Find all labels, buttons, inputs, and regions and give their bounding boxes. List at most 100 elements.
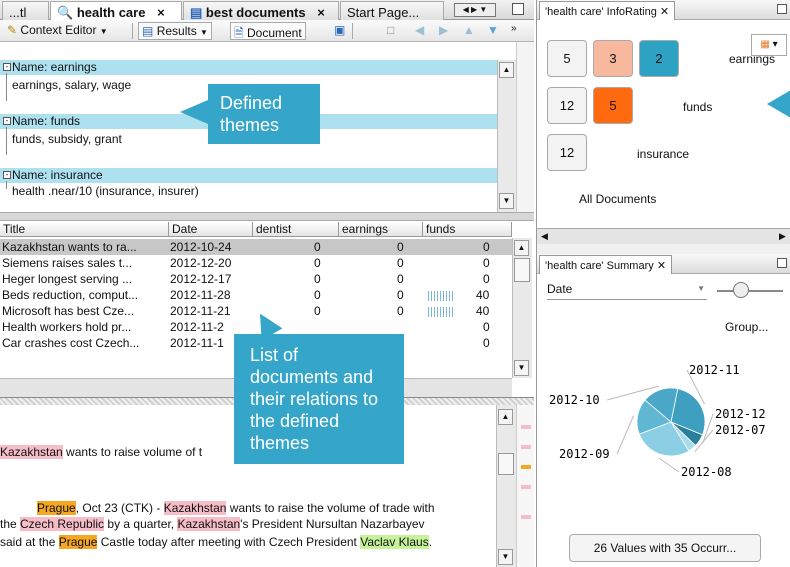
document-text: wants to raise the volume of trade with bbox=[226, 501, 435, 515]
chevron-down-icon: ▼ bbox=[200, 28, 208, 37]
close-icon[interactable]: × bbox=[157, 5, 165, 20]
entity-highlight[interactable]: Kazakhstan bbox=[163, 501, 227, 515]
document-button[interactable]: 🗎 Document bbox=[230, 22, 306, 40]
cell-date: 2012-11-1 bbox=[170, 336, 224, 350]
column-header-dentist[interactable]: dentist bbox=[253, 222, 339, 237]
tree-line bbox=[6, 181, 7, 189]
granularity-slider[interactable] bbox=[717, 290, 783, 292]
field-select[interactable]: Date ▼ bbox=[547, 282, 707, 300]
entity-highlight[interactable]: Kazakhstan bbox=[0, 445, 63, 459]
values-summary-button[interactable]: 26 Values with 35 Occurr... bbox=[569, 534, 761, 562]
pie-label: 2012-07 bbox=[715, 423, 766, 437]
down-arrow-icon[interactable]: ▼ bbox=[484, 22, 502, 40]
scroll-up-icon[interactable]: ▲ bbox=[498, 409, 513, 425]
ruler-marker bbox=[521, 465, 531, 469]
tab-summary[interactable]: 'health care' Summary ✕ bbox=[539, 255, 673, 274]
entity-highlight[interactable]: Czech Republic bbox=[20, 517, 105, 531]
rating-cell[interactable]: 2 bbox=[639, 40, 679, 77]
scroll-down-icon[interactable]: ▼ bbox=[498, 549, 513, 565]
maximize-icon[interactable] bbox=[512, 3, 524, 15]
tab-nav-arrows[interactable]: ◀ ▶ ▼ bbox=[454, 3, 496, 17]
collapse-icon[interactable]: - bbox=[3, 63, 11, 71]
entity-highlight[interactable]: Prague bbox=[37, 501, 76, 515]
document-line: Prague, Oct 23 (CTK) - Kazakhstan wants … bbox=[37, 501, 435, 515]
toolbar: ✎ Context Editor ▼ ▤ Results ▼ 🗎 Documen… bbox=[0, 20, 534, 42]
header-label: dentist bbox=[256, 222, 292, 236]
cell-funds: 0 bbox=[483, 272, 490, 286]
theme-definition[interactable]: health .near/10 (insurance, insurer) bbox=[12, 184, 199, 198]
close-icon[interactable]: × bbox=[317, 5, 325, 20]
rating-value: 5 bbox=[563, 51, 571, 66]
tab-inforating[interactable]: 'health care' InfoRating ✕ bbox=[539, 1, 676, 20]
scroll-left-icon[interactable]: ◀ bbox=[541, 231, 548, 242]
save-icon[interactable]: ▣ bbox=[331, 22, 348, 40]
column-header-funds[interactable]: funds bbox=[423, 222, 512, 237]
up-arrow-icon[interactable]: ▲ bbox=[460, 22, 478, 40]
table-scrollbar[interactable]: ▲ ▼ bbox=[512, 238, 532, 378]
tab-best-documents[interactable]: ▤ best documents × bbox=[183, 1, 339, 20]
column-header-earnings[interactable]: earnings bbox=[339, 222, 423, 237]
table-row[interactable]: Siemens raises sales t... 2012-12-20 0 0… bbox=[0, 255, 512, 271]
chevron-down-icon: ▼ bbox=[99, 27, 108, 36]
theme-name: Name: insurance bbox=[12, 168, 103, 182]
rating-cell[interactable]: 5 bbox=[547, 40, 587, 77]
document-text: Castle today after meeting with Czech Pr… bbox=[97, 535, 361, 549]
theme-definition[interactable]: earnings, salary, wage bbox=[12, 78, 131, 92]
theme-header-earnings[interactable]: Name: earnings bbox=[0, 60, 516, 75]
edit-icon: ✎ bbox=[7, 23, 18, 37]
rating-cell[interactable]: 3 bbox=[593, 40, 633, 77]
inforating-header: 'health care' InfoRating ✕ bbox=[537, 0, 790, 20]
column-header-title[interactable]: Title bbox=[0, 222, 169, 237]
table-row[interactable]: Beds reduction, comput... 2012-11-28 0 0… bbox=[0, 287, 512, 303]
rating-label: funds bbox=[683, 100, 713, 114]
entity-highlight[interactable]: Kazakhstan bbox=[177, 517, 241, 531]
select-icon[interactable]: □ bbox=[384, 22, 397, 40]
inforating-hscrollbar[interactable]: ◀ ▶ bbox=[537, 228, 790, 244]
pane-splitter[interactable] bbox=[0, 212, 534, 221]
document-scrollbar[interactable]: ▲ ▼ bbox=[496, 405, 516, 567]
tab-start-page[interactable]: Start Page... bbox=[340, 1, 444, 20]
cell-date: 2012-12-20 bbox=[170, 256, 232, 270]
rating-cell[interactable]: 12 bbox=[547, 134, 587, 171]
cell-funds: 40 bbox=[476, 304, 490, 318]
theme-header-insurance[interactable]: Name: insurance bbox=[0, 168, 516, 183]
scroll-down-icon[interactable]: ▼ bbox=[514, 360, 529, 376]
minimize-icon[interactable] bbox=[777, 4, 787, 14]
back-arrow-icon[interactable]: ◀ bbox=[412, 22, 427, 40]
entity-highlight[interactable]: Vaclav Klaus bbox=[360, 535, 429, 549]
relevance-bar bbox=[428, 291, 454, 301]
forward-arrow-icon[interactable]: ▶ bbox=[436, 22, 451, 40]
scroll-up-icon[interactable]: ▲ bbox=[514, 240, 529, 256]
minimize-icon[interactable] bbox=[777, 258, 787, 268]
scroll-down-icon[interactable]: ▼ bbox=[499, 193, 514, 209]
collapse-icon[interactable]: - bbox=[3, 117, 11, 125]
tab-health-care[interactable]: 🔍 health care × bbox=[50, 1, 182, 20]
theme-definition[interactable]: funds, subsidy, grant bbox=[12, 132, 122, 146]
results-button[interactable]: ▤ Results ▼ bbox=[138, 22, 212, 40]
tab-overflow[interactable]: ...tl bbox=[2, 1, 49, 20]
collapse-icon[interactable]: - bbox=[3, 171, 11, 179]
group-link[interactable]: Group... bbox=[725, 320, 768, 334]
context-editor-button[interactable]: ✎ Context Editor ▼ bbox=[4, 22, 111, 40]
entity-highlight[interactable]: Prague bbox=[58, 535, 98, 549]
rating-cell[interactable]: 12 bbox=[547, 87, 587, 124]
cell-funds: 0 bbox=[483, 336, 490, 350]
slider-handle[interactable] bbox=[733, 282, 749, 298]
scroll-right-icon[interactable]: ▶ bbox=[779, 231, 786, 242]
relevance-bar bbox=[428, 307, 454, 317]
column-header-date[interactable]: Date bbox=[169, 222, 253, 237]
table-row[interactable]: Kazakhstan wants to ra... 2012-10-24 0 0… bbox=[0, 239, 512, 255]
editor-tab-bar: ...tl 🔍 health care × ▤ best documents ×… bbox=[0, 0, 534, 20]
options-menu-icon[interactable]: ▦ ▾ bbox=[751, 34, 787, 56]
close-icon[interactable]: ✕ bbox=[660, 6, 669, 18]
table-row[interactable]: Heger longest serving ... 2012-12-17 0 0… bbox=[0, 271, 512, 287]
scroll-up-icon[interactable]: ▲ bbox=[499, 62, 514, 78]
themes-scrollbar[interactable]: ▲ ▼ bbox=[497, 60, 516, 212]
scroll-thumb[interactable] bbox=[498, 453, 514, 475]
cell-date: 2012-11-21 bbox=[170, 304, 231, 318]
cell-funds: 0 bbox=[483, 256, 490, 270]
scroll-thumb[interactable] bbox=[514, 258, 530, 282]
close-icon[interactable]: ✕ bbox=[657, 260, 666, 272]
more-chevron-icon[interactable]: » bbox=[508, 22, 520, 40]
rating-cell[interactable]: 5 bbox=[593, 87, 633, 124]
